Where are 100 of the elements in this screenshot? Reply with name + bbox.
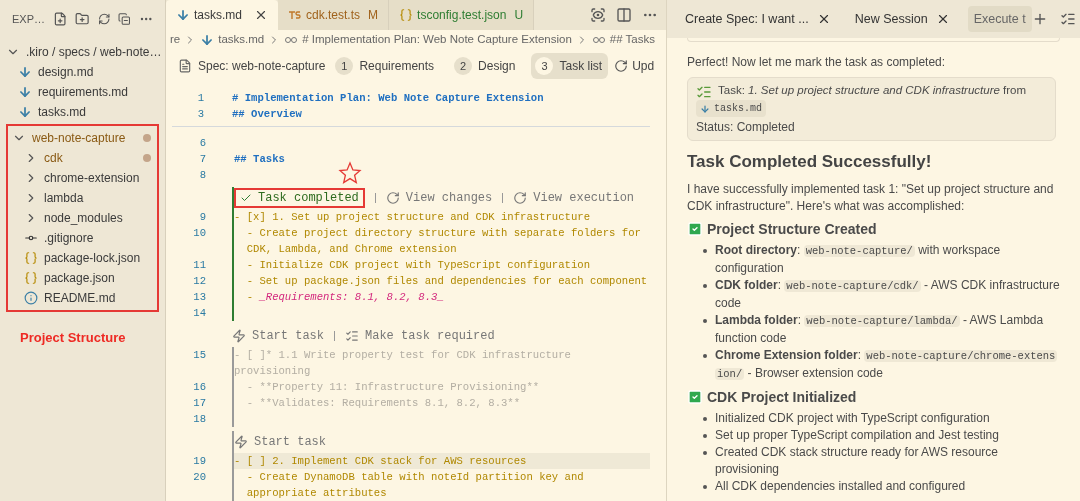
file-name[interactable]: design.md <box>38 63 94 81</box>
task-status: Status: Completed <box>696 118 796 136</box>
code-line: - **Validates: Requirements 8.1, 8.2, 8.3** <box>245 396 521 411</box>
refresh-icon[interactable] <box>97 12 111 26</box>
folder-name[interactable]: node_modules <box>44 209 123 227</box>
code-line: - **Property 11: Infrastructure Provisioning** <box>245 380 540 395</box>
breadcrumb-item[interactable]: ## Tasks <box>609 31 655 49</box>
check-box-icon <box>687 221 703 237</box>
update-link[interactable]: Upd <box>632 56 655 75</box>
line-number: 15 <box>192 348 207 363</box>
file-chip[interactable]: tasks.md <box>696 100 766 117</box>
chat-tab[interactable]: Create Spec: I want ... <box>679 5 837 33</box>
line-number: 11 <box>192 258 207 273</box>
list-item: Lambda folder: web-note-capture/lambda/ - AWS Lambda function code <box>715 311 1045 347</box>
code-line: - _Requirements: 8.1, 8.2, 8.3_ <box>245 290 444 305</box>
code-line: ## Overview <box>232 107 302 122</box>
list-item: Created CDK stack structure ready for AWS resource provisioning <box>715 443 999 478</box>
line-number: 16 <box>192 380 207 395</box>
info-icon <box>24 291 38 305</box>
code-line: # Implementation Plan: Web Note Capture Extension <box>232 91 544 106</box>
markdown-file-icon <box>176 7 190 22</box>
markdown-file-icon <box>18 105 32 119</box>
file-name[interactable]: requirements.md <box>38 83 129 101</box>
codelens-link[interactable]: View execution <box>513 190 635 206</box>
symbol-icon <box>284 35 299 44</box>
file-name[interactable]: tasks.md <box>38 103 86 121</box>
document-icon <box>178 58 192 73</box>
editor-tab[interactable]: tsconfig.test.json U <box>389 0 535 30</box>
codelens-link[interactable]: Start task <box>234 434 326 450</box>
bullet-icon <box>703 450 707 455</box>
checklist-icon <box>345 329 359 343</box>
codelens-link[interactable]: Make task required <box>345 328 495 344</box>
collapse-all-icon[interactable] <box>118 12 131 26</box>
bullet-icon <box>703 416 707 421</box>
file-name[interactable]: .gitignore <box>44 229 94 247</box>
editor-tab[interactable]: cdk.test.ts M <box>278 0 390 30</box>
message-text: Perfect! Now let me mark the task as completed: <box>687 54 947 71</box>
breadcrumb-item[interactable]: re <box>170 31 181 49</box>
file-name[interactable]: package.json <box>44 269 115 287</box>
line-number: 9 <box>198 210 207 225</box>
line-number: 12 <box>192 274 207 289</box>
star-mark-icon <box>338 161 362 185</box>
bullet-icon <box>703 484 707 489</box>
step-tab[interactable]: 3 Task list <box>531 52 609 79</box>
bullet-icon <box>703 353 707 358</box>
check-box-icon <box>687 389 703 405</box>
task-title: Task: 1. Set up project structure and CDK infrastructure from <box>718 83 1027 98</box>
message-text: I have successfully implemented task 1: "Set up project structure and CDK infrastructure". Here's what was accomplished: <box>687 180 1055 215</box>
list-item: All CDK dependencies installed and configured <box>715 477 966 495</box>
folder-name[interactable]: .kiro / specs / web-note… <box>26 43 162 61</box>
refresh-icon <box>385 191 400 205</box>
section-heading: Project Structure Created <box>707 220 877 238</box>
markdown-file-icon <box>18 85 32 99</box>
code-line: - [x] 1. Set up project structure and CDK infrastructure <box>234 210 590 225</box>
editor-tab[interactable]: tasks.md <box>166 0 278 30</box>
step-tab[interactable]: 2 Design <box>450 52 522 79</box>
file-name[interactable]: README.md <box>44 289 116 307</box>
annotation-label: Project Structure <box>20 329 127 347</box>
breadcrumb-item[interactable]: # Implementation Plan: Web Note Capture Extension <box>302 31 572 49</box>
task-status: Task completed <box>234 188 365 208</box>
preview-icon[interactable] <box>590 6 606 23</box>
checklist-icon[interactable] <box>1059 11 1076 27</box>
bullet-icon <box>703 318 707 323</box>
line-number: 6 <box>198 136 207 151</box>
line-number: 10 <box>192 226 207 241</box>
folder-name[interactable]: lambda <box>44 189 84 207</box>
step-tab[interactable]: 1 Requirements <box>331 52 441 79</box>
line-number: 14 <box>192 306 207 321</box>
new-file-icon[interactable] <box>53 11 68 27</box>
list-item: Root directory: web-note-capture/ with workspace configuration <box>715 241 1002 277</box>
codelens-link[interactable]: View changes <box>385 190 493 206</box>
markdown-file-icon <box>700 103 710 114</box>
code-line: - Initialize CDK project with TypeScript configuration <box>245 258 590 273</box>
code-line: - Create DynamoDB table with noteId partition key and appropriate attributes <box>245 470 585 501</box>
braces-icon <box>399 7 414 22</box>
codelens-link[interactable]: Start task <box>232 328 324 344</box>
line-number: 19 <box>192 454 207 469</box>
task-icon <box>696 84 712 100</box>
file-name[interactable]: package-lock.json <box>44 249 141 267</box>
split-editor-icon[interactable] <box>616 6 632 23</box>
markdown-file-icon <box>18 65 32 79</box>
bolt-icon <box>234 435 248 449</box>
line-number: 3 <box>196 107 205 122</box>
folder-name[interactable]: web-note-capture <box>32 129 126 147</box>
code-line: - Create project directory structure with separate folders for CDK, Lambda, and Chrome extension <box>245 226 642 257</box>
folder-name[interactable]: cdk <box>44 149 63 167</box>
code-line: ## Tasks <box>234 152 285 167</box>
check-icon <box>240 192 252 204</box>
line-number: 20 <box>192 470 207 485</box>
folder-name[interactable]: chrome-extension <box>44 169 140 187</box>
chat-tab[interactable]: New Session <box>848 5 956 33</box>
bolt-icon <box>232 329 246 343</box>
refresh-icon <box>513 191 528 205</box>
line-number: 8 <box>198 168 207 183</box>
chat-tab[interactable]: Execute t <box>967 5 1032 33</box>
symbol-icon <box>591 35 606 44</box>
code-line: - [ ]* 1.1 Write property test for CDK infrastructure provisioning <box>234 348 572 379</box>
breadcrumb-item[interactable]: tasks.md <box>218 31 265 49</box>
message-heading: Task Completed Successfully! <box>687 150 933 173</box>
new-folder-icon[interactable] <box>75 11 90 27</box>
